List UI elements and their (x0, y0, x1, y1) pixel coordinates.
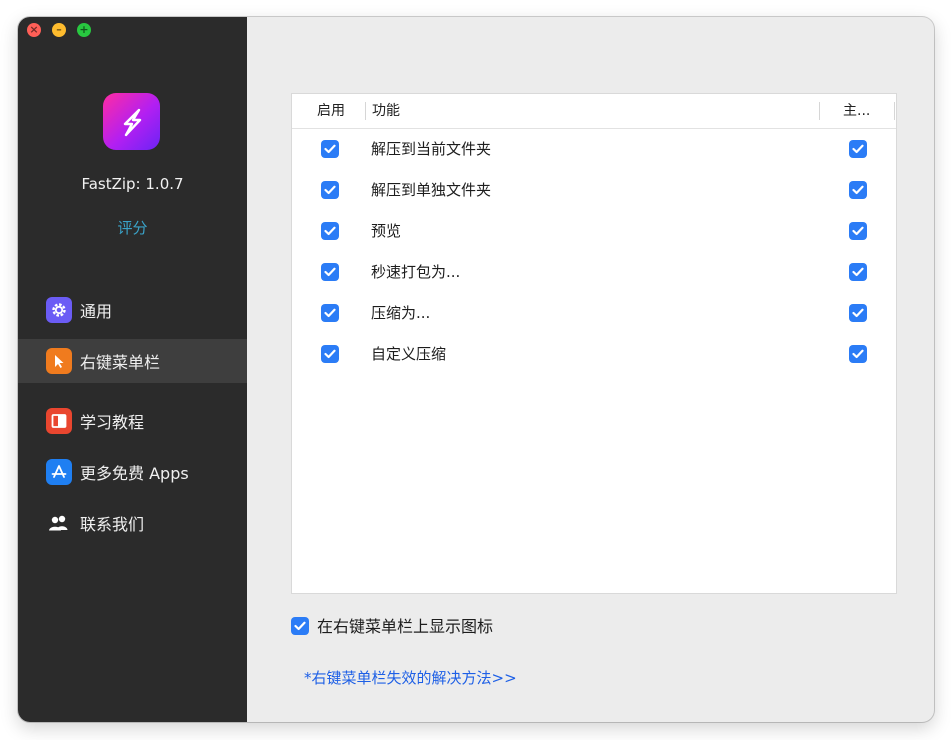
checkmark-icon (324, 226, 336, 236)
lightning-icon (123, 108, 141, 136)
close-window-button[interactable]: × (27, 23, 41, 37)
main-menu-checkbox[interactable] (849, 222, 867, 240)
gear-icon (46, 297, 72, 323)
troubleshoot-link[interactable]: *右键菜单栏失效的解决方法>> (304, 667, 517, 688)
book-icon (46, 408, 72, 434)
app-window: × – + FastZip: 1.0.7 评分 通用 右键菜单栏 学习教程 更多… (18, 17, 934, 722)
table-row: 自定义压缩 (292, 334, 896, 375)
column-divider (894, 102, 895, 120)
zoom-icon: + (79, 23, 89, 36)
show-icon-checkbox[interactable] (291, 617, 309, 635)
main-menu-checkbox[interactable] (849, 345, 867, 363)
sidebar-item-label: 更多免费 Apps (80, 464, 189, 483)
zoom-window-button[interactable]: + (77, 23, 91, 37)
window-controls: × – + (27, 23, 91, 37)
main-menu-checkbox[interactable] (849, 140, 867, 158)
checkmark-icon (324, 349, 336, 359)
close-icon: × (29, 23, 39, 36)
context-menu-table: 启用 功能 主... 解压到当前文件夹 解压到单独文件夹 预览 秒速打包为...… (291, 93, 897, 594)
column-divider (365, 102, 366, 120)
table-row: 预览 (292, 211, 896, 252)
table-row: 解压到单独文件夹 (292, 170, 896, 211)
checkmark-icon (324, 267, 336, 277)
sidebar-item-general[interactable]: 通用 (18, 288, 247, 332)
column-header-enabled[interactable]: 启用 (317, 94, 345, 128)
checkmark-icon (324, 308, 336, 318)
feature-label: 解压到单独文件夹 (371, 181, 492, 199)
table-row: 解压到当前文件夹 (292, 129, 896, 170)
enabled-checkbox[interactable] (321, 181, 339, 199)
feature-label: 解压到当前文件夹 (371, 140, 492, 158)
rate-link[interactable]: 评分 (18, 217, 247, 238)
feature-label: 预览 (371, 222, 402, 240)
table-row: 压缩为... (292, 293, 896, 334)
sidebar-item-label: 右键菜单栏 (80, 353, 161, 372)
enabled-checkbox[interactable] (321, 222, 339, 240)
main-menu-checkbox[interactable] (849, 181, 867, 199)
column-header-feature[interactable]: 功能 (372, 94, 400, 128)
sidebar-item-label: 联系我们 (80, 515, 145, 534)
table-header: 启用 功能 主... (292, 94, 896, 129)
enabled-checkbox[interactable] (321, 345, 339, 363)
enabled-checkbox[interactable] (321, 140, 339, 158)
people-icon (46, 510, 72, 536)
main-menu-checkbox[interactable] (849, 263, 867, 281)
main-menu-checkbox[interactable] (849, 304, 867, 322)
feature-label: 秒速打包为... (371, 263, 461, 281)
app-store-icon (46, 459, 72, 485)
checkmark-icon (852, 349, 864, 359)
checkmark-icon (852, 308, 864, 318)
checkmark-icon (852, 185, 864, 195)
show-icon-label[interactable]: 在右键菜单栏上显示图标 (317, 617, 493, 637)
sidebar-item-more-apps[interactable]: 更多免费 Apps (18, 450, 247, 494)
cursor-icon (46, 348, 72, 374)
sidebar-item-contact[interactable]: 联系我们 (18, 501, 247, 545)
enabled-checkbox[interactable] (321, 263, 339, 281)
column-header-main[interactable]: 主... (843, 94, 870, 128)
checkmark-icon (852, 144, 864, 154)
checkmark-icon (294, 621, 306, 631)
sidebar-item-tutorial[interactable]: 学习教程 (18, 399, 247, 443)
table-row: 秒速打包为... (292, 252, 896, 293)
checkmark-icon (852, 267, 864, 277)
minimize-icon: – (56, 23, 62, 36)
checkmark-icon (324, 144, 336, 154)
minimize-window-button[interactable]: – (52, 23, 66, 37)
column-divider (819, 102, 820, 120)
app-logo (103, 93, 160, 150)
enabled-checkbox[interactable] (321, 304, 339, 322)
checkmark-icon (852, 226, 864, 236)
feature-label: 自定义压缩 (371, 345, 447, 363)
checkmark-icon (324, 185, 336, 195)
sidebar: × – + FastZip: 1.0.7 评分 通用 右键菜单栏 学习教程 更多… (18, 17, 247, 722)
sidebar-item-label: 通用 (80, 302, 113, 321)
sidebar-item-label: 学习教程 (80, 413, 145, 432)
app-version: FastZip: 1.0.7 (81, 175, 184, 193)
sidebar-item-context-menu[interactable]: 右键菜单栏 (18, 339, 247, 383)
show-icon-option[interactable]: 在右键菜单栏上显示图标 (291, 617, 531, 639)
feature-label: 压缩为... (371, 304, 431, 322)
